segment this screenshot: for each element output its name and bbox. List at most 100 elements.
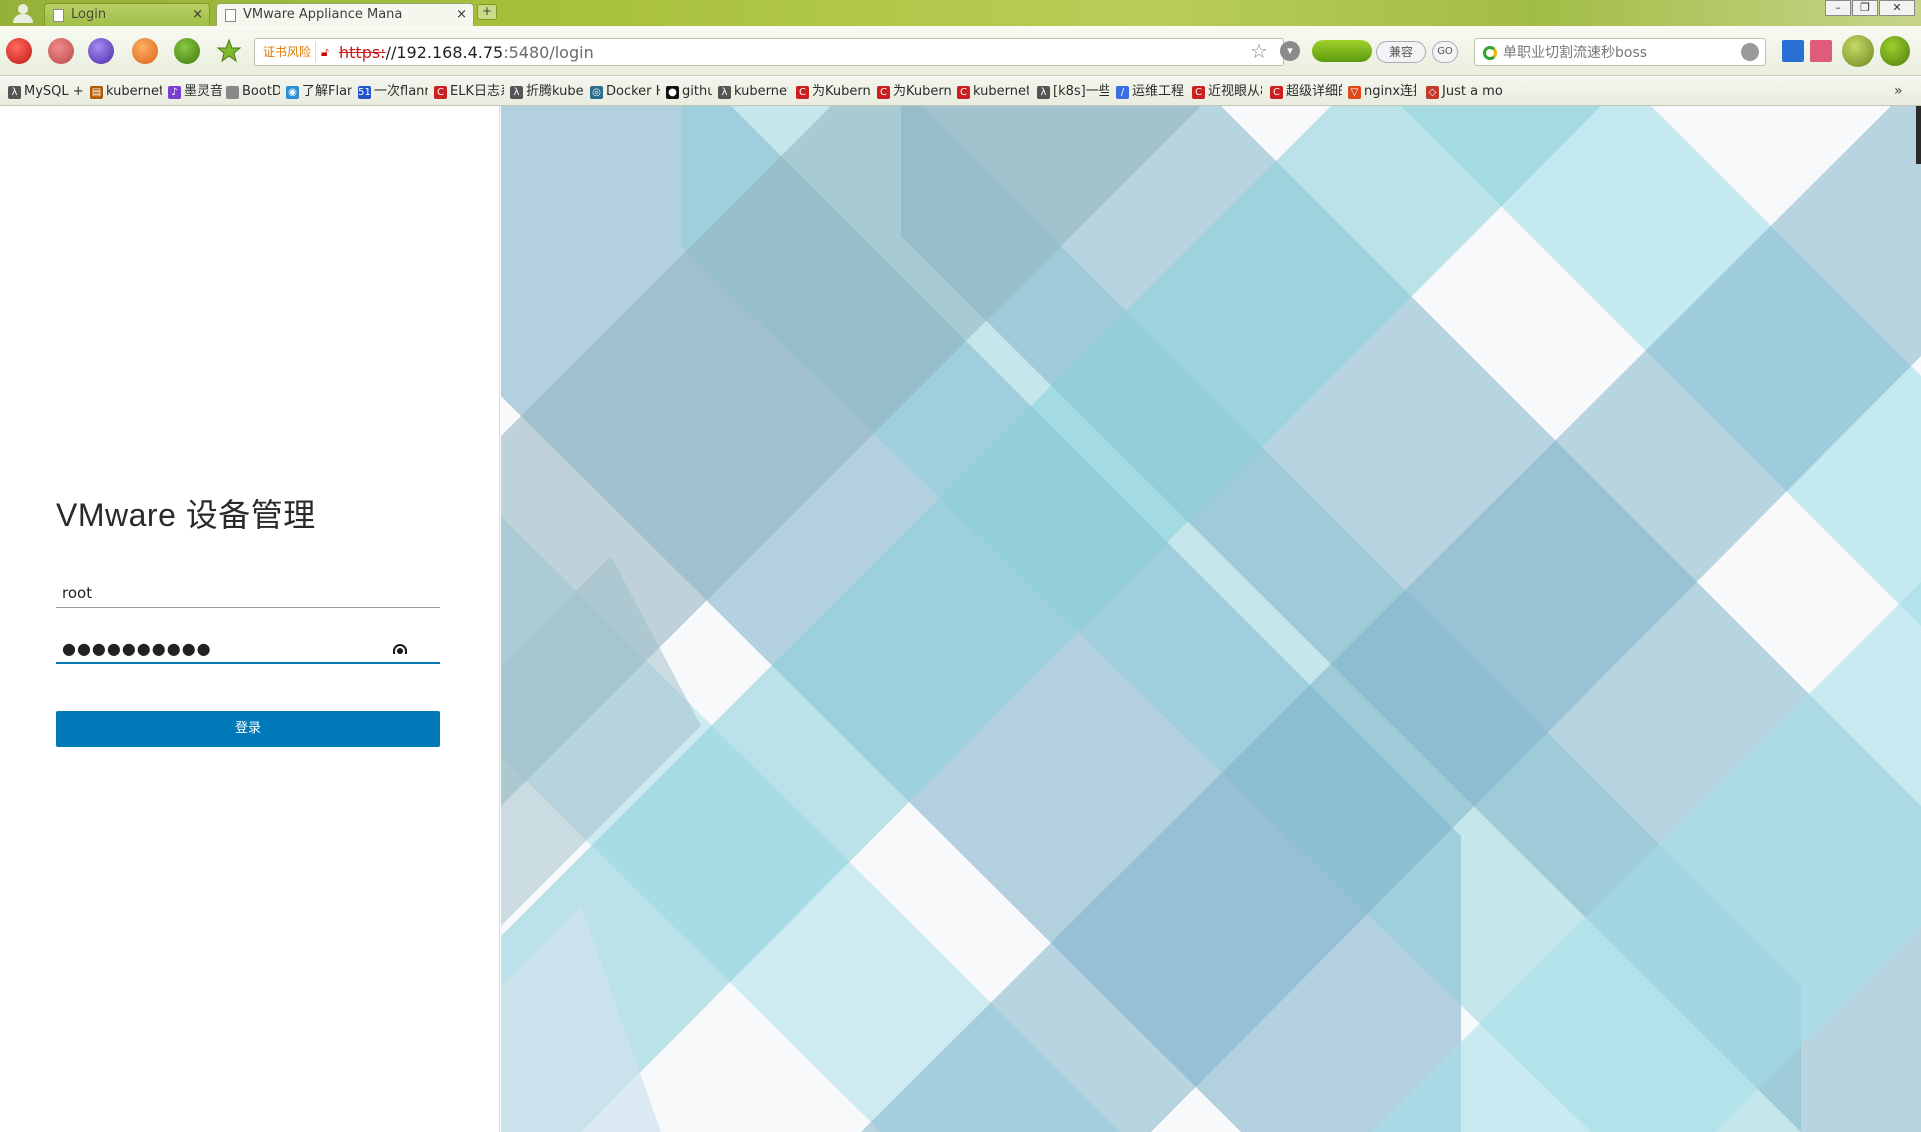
bookmark-label: ELK日志系: [450, 84, 504, 99]
bookmark-favicon-icon: ▤: [90, 86, 103, 99]
refresh-icon[interactable]: [132, 38, 158, 64]
bookmark-favicon-icon: C: [877, 86, 890, 99]
bookmark-label: kubernetes: [734, 84, 788, 99]
bookmark-item[interactable]: ▤kubernetes1: [88, 82, 162, 102]
bookmark-label: BootDo: [242, 84, 280, 99]
search-placeholder: 单职业切割流速秒boss: [1503, 45, 1648, 61]
page-content: VMware 设备管理 登录: [0, 106, 1921, 1132]
page-icon: [225, 9, 236, 22]
username-input[interactable]: [56, 578, 440, 608]
screenshot-icon[interactable]: [1810, 40, 1832, 62]
bookmark-item[interactable]: C为Kubernete: [875, 82, 951, 102]
url-text[interactable]: https://192.168.4.75:5480/login: [339, 43, 594, 63]
extension-pea-icon[interactable]: [1312, 40, 1372, 62]
bookmark-label: kubernetes1: [106, 84, 162, 99]
bookmark-star-icon[interactable]: ☆: [1250, 38, 1268, 64]
bookmark-label: 超级详细的ip: [1286, 84, 1342, 99]
dropdown-icon[interactable]: ▾: [1280, 41, 1300, 61]
home-icon[interactable]: [6, 38, 32, 64]
bookmark-label: 折腾kuberne: [526, 84, 584, 99]
bookmark-label: github: [682, 84, 712, 99]
bookmark-label: 为Kubernete: [893, 84, 951, 99]
compat-mode-button[interactable]: 兼容: [1376, 41, 1426, 63]
bookmark-item[interactable]: Ckubernetes: [955, 82, 1029, 102]
bookmark-label: 墨灵音乐: [184, 84, 222, 99]
bookmark-item[interactable]: C为Kubernete: [794, 82, 870, 102]
bookmark-item[interactable]: C超级详细的ip: [1268, 82, 1342, 102]
screen: Login × VMware Appliance Mana × + – ❐ ✕ …: [0, 0, 1921, 1132]
bookmark-item[interactable]: λkubernetes: [716, 82, 788, 102]
close-tab-icon[interactable]: ×: [192, 4, 203, 26]
bookmark-item[interactable]: C近视眼从800: [1190, 82, 1262, 102]
bookmark-item[interactable]: ◉了解Flannel: [284, 82, 352, 102]
restore-button[interactable]: ❐: [1852, 0, 1878, 16]
bookmark-item[interactable]: ◎Docker Hub: [588, 82, 660, 102]
bookmark-label: Just a mome: [1442, 84, 1502, 99]
back-icon[interactable]: [48, 38, 74, 64]
certificate-warning[interactable]: 证书风险: [259, 42, 317, 62]
bookmark-favicon-icon: ●: [666, 86, 679, 99]
bookmark-favicon-icon: [226, 86, 239, 99]
bookmark-item[interactable]: λMySQL + Atl: [6, 82, 84, 102]
bookmarks-bar: λMySQL + Atl▤kubernetes1♪墨灵音乐BootDo◉了解Fl…: [0, 77, 1921, 106]
bookmark-label: kubernetes: [973, 84, 1029, 99]
bookmark-label: nginx连接P: [1364, 84, 1416, 99]
bookmark-item[interactable]: λ折腾kuberne: [508, 82, 584, 102]
search-icon[interactable]: [1741, 43, 1759, 61]
address-bar[interactable]: 证书风险 🔓︎ https://192.168.4.75:5480/login: [254, 38, 1284, 66]
bookmark-item[interactable]: ◇Just a mome: [1424, 82, 1502, 102]
bookmark-item[interactable]: λ[k8s]一些技: [1035, 82, 1109, 102]
grid-apps-icon[interactable]: [1782, 40, 1804, 62]
bookmark-item[interactable]: ♪墨灵音乐: [166, 82, 222, 102]
show-password-eye-icon[interactable]: [393, 644, 407, 654]
extension-icon[interactable]: [1880, 36, 1910, 66]
bookmark-favicon-icon: λ: [1037, 86, 1050, 99]
search-engine-icon: [1483, 46, 1497, 60]
bookmark-favicon-icon: C: [1270, 86, 1283, 99]
login-button[interactable]: 登录: [56, 711, 440, 747]
bookmark-label: 一次flannel: [374, 84, 428, 99]
bookmark-favicon-icon: ◉: [286, 86, 299, 99]
go-button[interactable]: GO: [1432, 41, 1458, 63]
bookmark-item[interactable]: /运维工程师: [1114, 82, 1184, 102]
bookmark-favicon-icon: λ: [510, 86, 523, 99]
minimize-button[interactable]: –: [1825, 0, 1851, 16]
bookmark-label: 运维工程师: [1132, 84, 1184, 99]
bookmark-favicon-icon: /: [1116, 86, 1129, 99]
background-artwork: [501, 106, 1921, 1132]
bookmark-favicon-icon: C: [796, 86, 809, 99]
page-title: VMware 设备管理: [56, 497, 316, 533]
bookmark-item[interactable]: 51一次flannel: [356, 82, 428, 102]
new-tab-button[interactable]: +: [477, 4, 497, 20]
close-tab-icon[interactable]: ×: [456, 4, 467, 26]
forward-icon[interactable]: [88, 38, 114, 64]
bookmark-favicon-icon: ◎: [590, 86, 603, 99]
search-box[interactable]: 单职业切割流速秒boss: [1474, 38, 1766, 66]
bookmark-label: [k8s]一些技: [1053, 84, 1109, 99]
menu-icon[interactable]: [1842, 35, 1874, 67]
tab-vmware-appliance[interactable]: VMware Appliance Mana ×: [216, 3, 474, 26]
bookmark-item[interactable]: ▽nginx连接P: [1346, 82, 1416, 102]
bookmark-favicon-icon: ◇: [1426, 86, 1439, 99]
bookmarks-overflow-button[interactable]: »: [1894, 83, 1903, 99]
bookmark-label: MySQL + Atl: [24, 84, 84, 99]
password-input[interactable]: [56, 634, 440, 664]
close-window-button[interactable]: ✕: [1879, 0, 1915, 16]
user-profile-icon[interactable]: [6, 2, 40, 24]
favorites-star-icon[interactable]: [216, 38, 242, 64]
page-icon: [53, 9, 64, 22]
bookmark-item[interactable]: BootDo: [224, 82, 280, 102]
vertical-scrollbar[interactable]: [1916, 106, 1921, 164]
bookmark-item[interactable]: CELK日志系: [432, 82, 504, 102]
tab-title: Login: [71, 7, 107, 22]
bookmark-item[interactable]: ●github: [664, 82, 712, 102]
bookmark-favicon-icon: ▽: [1348, 86, 1361, 99]
bookmark-label: 为Kubernete: [812, 84, 870, 99]
bookmark-label: 近视眼从800: [1208, 84, 1262, 99]
undo-icon[interactable]: [174, 38, 200, 64]
bookmark-favicon-icon: C: [1192, 86, 1205, 99]
insecure-lock-icon[interactable]: 🔓︎: [321, 45, 329, 60]
bookmark-favicon-icon: λ: [718, 86, 731, 99]
browser-toolbar: 证书风险 🔓︎ https://192.168.4.75:5480/login …: [0, 26, 1921, 76]
tab-login[interactable]: Login ×: [44, 3, 210, 26]
